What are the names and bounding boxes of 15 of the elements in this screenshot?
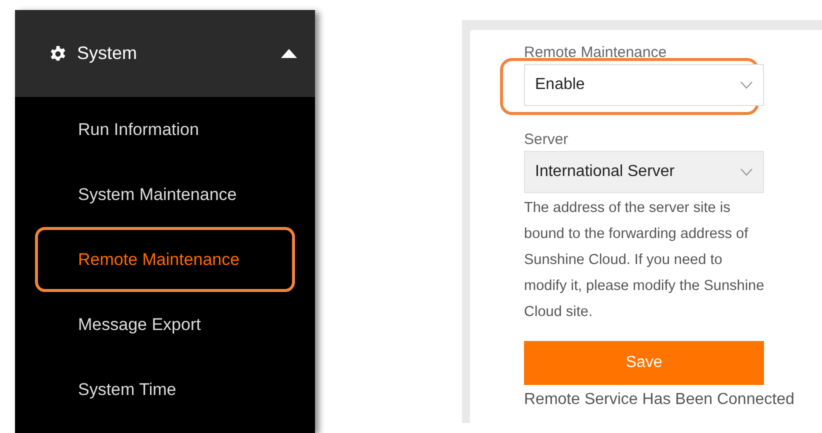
menu-item[interactable]: Message Export: [35, 292, 295, 357]
dropdown[interactable]: Enable: [524, 64, 764, 106]
menu-header[interactable]: System: [15, 10, 315, 97]
menu-item[interactable]: Run Information: [35, 97, 295, 162]
field-label: Server: [524, 131, 568, 149]
menu-header-label: System: [77, 43, 138, 64]
chevron-down-icon: [740, 168, 753, 176]
menu-item[interactable]: System Time: [35, 357, 295, 422]
gear-icon: [49, 44, 67, 62]
field-label: Remote Maintenance: [524, 44, 667, 62]
chevron-down-icon: [740, 81, 753, 89]
help-text: The address of the server site is bound to the forwarding address of Sunshine Cloud. If you need to modify it, please modify the Sunshine Cloud site.: [524, 199, 766, 322]
status-text: Remote Service Has Been Connected: [524, 391, 794, 409]
menu-item[interactable]: Remote Maintenance: [35, 227, 295, 292]
menu-item[interactable]: System Maintenance: [35, 162, 295, 227]
